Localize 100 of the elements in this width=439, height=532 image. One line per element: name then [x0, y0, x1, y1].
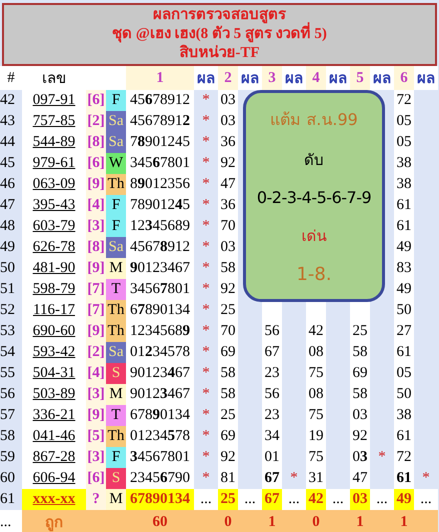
group-label: [3] [86, 447, 106, 468]
row-number: 46 [0, 174, 22, 195]
result-value: 03 [218, 90, 238, 111]
column-header: # [0, 66, 22, 90]
note-title: แต้ม ส.น.99 [269, 109, 359, 132]
hot-digits: 1-8. [295, 264, 333, 285]
column-header: 3 [262, 66, 282, 90]
result-mark: * [194, 258, 218, 279]
result-value: 75 [306, 363, 326, 384]
result-mark: ... [370, 489, 394, 510]
day-badge: M [106, 384, 126, 405]
result-value: 23 [262, 405, 282, 426]
hit-count: 1 [394, 510, 414, 532]
digit-set: 90123467 [126, 258, 194, 279]
day-badge: T [106, 405, 126, 426]
column-header: ผล [370, 66, 394, 90]
summary-label: ถูก [22, 510, 86, 532]
group-label: [5] [86, 426, 106, 447]
result-value: 61 [394, 468, 414, 489]
result-mark: * [194, 195, 218, 216]
row-number: 50 [0, 258, 22, 279]
row-number: 60 [0, 468, 22, 489]
digit-set: 67890134 [126, 300, 194, 321]
day-badge: Th [106, 300, 126, 321]
result-mark: ... [238, 489, 262, 510]
digit-set: 34567801 [126, 447, 194, 468]
group-label: [4] [86, 363, 106, 384]
result-value: 72 [394, 90, 414, 111]
row-number: 52 [0, 300, 22, 321]
day-badge: W [106, 153, 126, 174]
result-value: 34 [262, 426, 282, 447]
column-header: 4 [306, 66, 326, 90]
digit-set: 78901245 [126, 195, 194, 216]
result-value: 67 [262, 468, 282, 489]
title-text: สิบหน่วย-TF [178, 44, 261, 63]
result-value: 70 [218, 216, 238, 237]
result-value: 61 [394, 195, 414, 216]
day-badge: Sa [106, 237, 126, 258]
result-value: 92 [218, 153, 238, 174]
digit-set: 12345689 [126, 216, 194, 237]
result-mark: * [194, 153, 218, 174]
column-header: ผล [194, 66, 218, 90]
column-header: ผล [326, 66, 350, 90]
day-badge: F [106, 447, 126, 468]
result-mark: * [194, 90, 218, 111]
column-header: ผล [238, 66, 262, 90]
row-number: 61 [0, 489, 22, 510]
column-header: 5 [350, 66, 370, 90]
result-value: 03 [350, 447, 370, 468]
result-mark: * [194, 300, 218, 321]
row-number: 47 [0, 195, 22, 216]
row-number: 57 [0, 405, 22, 426]
result-value: 50 [394, 384, 414, 405]
result-value: 42 [306, 489, 326, 510]
digit-set: 90123467 [126, 384, 194, 405]
result-mark: * [194, 174, 218, 195]
result-value: 08 [306, 342, 326, 363]
group-label: [9] [86, 405, 106, 426]
group-label: [7] [86, 300, 106, 321]
day-badge: Th [106, 426, 126, 447]
result-value: 56 [262, 321, 282, 342]
digit-set: 67890134 [126, 489, 194, 510]
digit-set: 34567801 [126, 279, 194, 300]
result-value: 31 [306, 468, 326, 489]
row-number: 45 [0, 153, 22, 174]
result-value: 42 [306, 321, 326, 342]
row-number: 49 [0, 237, 22, 258]
result-value: 75 [306, 405, 326, 426]
day-badge: S [106, 468, 126, 489]
column-header: ผล [414, 66, 438, 90]
digit-set: 45678912 [126, 90, 194, 111]
result-mark: * [194, 426, 218, 447]
result-mark: ... [282, 489, 306, 510]
group-label: [9] [86, 258, 106, 279]
result-value: 25 [218, 405, 238, 426]
group-label: [2] [86, 342, 106, 363]
row-number: 44 [0, 132, 22, 153]
result-mark: * [194, 279, 218, 300]
result-mark: * [194, 342, 218, 363]
hit-count: 0 [306, 510, 326, 532]
result-value: 75 [306, 447, 326, 468]
result-value: 08 [306, 384, 326, 405]
result-value: 69 [218, 426, 238, 447]
off-label: ดับ [303, 150, 325, 172]
digit-set: 12345689 [126, 321, 194, 342]
result-value: 01 [262, 447, 282, 468]
result-value: 92 [218, 447, 238, 468]
hit-count: 60 [126, 510, 194, 532]
group-label: [6] [86, 468, 106, 489]
day-badge: T [106, 279, 126, 300]
group-label: ? [86, 489, 106, 510]
result-mark: ... [326, 489, 350, 510]
result-value: 49 [394, 489, 414, 510]
group-label: [9] [86, 321, 106, 342]
row-number: 56 [0, 384, 22, 405]
column-header: 1 [126, 66, 194, 90]
group-label: [2] [86, 111, 106, 132]
result-mark: * [194, 111, 218, 132]
result-value: 58 [218, 258, 238, 279]
group-label: [8] [86, 237, 106, 258]
